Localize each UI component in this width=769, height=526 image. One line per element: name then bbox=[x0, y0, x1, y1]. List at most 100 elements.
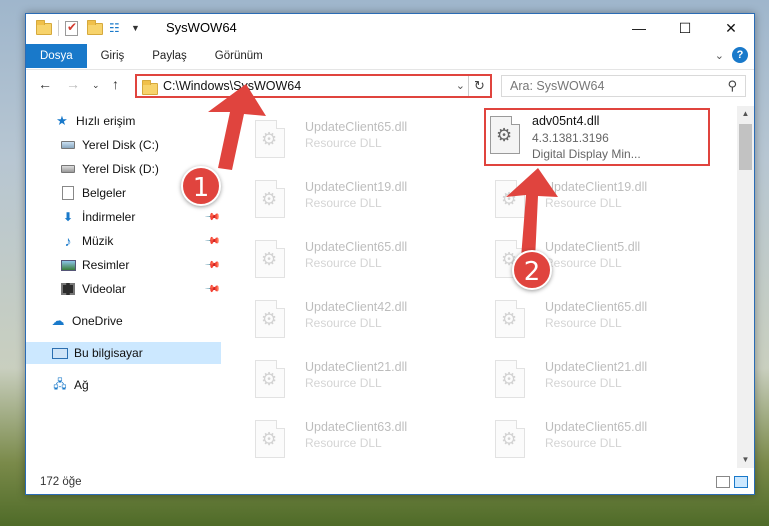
file-description: Resource DLL bbox=[305, 196, 382, 210]
dll-file-icon bbox=[255, 180, 285, 218]
file-list: UpdateClient65.dll Resource DLL adv05nt4… bbox=[231, 106, 736, 468]
file-item[interactable]: UpdateClient21.dll Resource DLL bbox=[241, 354, 471, 406]
dll-file-icon bbox=[495, 420, 525, 458]
sidebar-item-label: OneDrive bbox=[72, 314, 123, 328]
tab-gorunum[interactable]: Görünüm bbox=[201, 44, 277, 68]
close-button[interactable]: ✕ bbox=[708, 14, 754, 42]
document-icon bbox=[60, 186, 76, 200]
forward-icon[interactable]: → bbox=[66, 76, 80, 92]
sidebar-item-label: Bu bilgisayar bbox=[74, 346, 143, 360]
item-count: 172 öğe bbox=[40, 476, 82, 488]
dll-file-icon bbox=[255, 300, 285, 338]
vertical-scrollbar[interactable]: ▲ ▼ bbox=[737, 106, 754, 468]
maximize-button[interactable]: ☐ bbox=[662, 14, 708, 42]
file-item[interactable]: UpdateClient65.dll Resource DLL bbox=[481, 414, 711, 466]
file-item-adv05nt4[interactable]: adv05nt4.dll 4.3.1381.3196 Digital Displ… bbox=[484, 108, 710, 166]
file-name: UpdateClient21.dll bbox=[305, 360, 408, 374]
file-name: UpdateClient65.dll bbox=[545, 420, 648, 434]
file-name: adv05nt4.dll bbox=[532, 114, 600, 128]
ribbon-tabs: Dosya Giriş Paylaş Görünüm bbox=[26, 44, 754, 68]
cloud-icon: ☁ bbox=[51, 313, 65, 328]
file-description: Resource DLL bbox=[305, 376, 382, 390]
file-item[interactable]: UpdateClient42.dll Resource DLL bbox=[241, 294, 471, 346]
file-item[interactable]: UpdateClient65.dll Resource DLL bbox=[481, 294, 711, 346]
sidebar-item-local-disk-c[interactable]: Yerel Disk (C:) bbox=[26, 134, 221, 156]
expand-ribbon-icon[interactable]: ⌄ bbox=[715, 49, 724, 62]
file-item[interactable]: UpdateClient19.dll Resource DLL bbox=[481, 174, 711, 226]
navigation-bar: ← → ⌄ ↑ C:\Windows\SysWOW64 ⌄ ↻ Ara: Sys… bbox=[26, 69, 754, 101]
sidebar-item-videos[interactable]: Videolar 📌 bbox=[26, 278, 221, 300]
layout-icon[interactable]: ☷ bbox=[109, 21, 125, 35]
file-description: Resource DLL bbox=[545, 256, 622, 270]
address-path[interactable]: C:\Windows\SysWOW64 bbox=[163, 79, 301, 93]
file-description: Resource DLL bbox=[545, 196, 622, 210]
details-view-icon[interactable] bbox=[716, 476, 730, 488]
dll-file-icon bbox=[495, 180, 525, 218]
sidebar-item-music[interactable]: ♪ Müzik 📌 bbox=[26, 230, 221, 252]
sidebar-item-downloads[interactable]: ⬇ İndirmeler 📌 bbox=[26, 206, 221, 228]
sidebar-item-label: Resimler bbox=[82, 258, 130, 272]
videos-icon bbox=[60, 282, 76, 296]
pin-icon[interactable]: 📌 bbox=[204, 281, 221, 298]
pin-icon[interactable]: 📌 bbox=[204, 233, 221, 250]
properties-icon[interactable] bbox=[65, 20, 81, 36]
file-name: UpdateClient5.dll bbox=[545, 240, 641, 254]
tiles-view-icon[interactable] bbox=[734, 476, 748, 488]
annotation-badge-1: 1 bbox=[181, 166, 221, 206]
sidebar-item-onedrive[interactable]: ☁ OneDrive bbox=[26, 310, 221, 332]
file-description: Resource DLL bbox=[305, 436, 382, 450]
dll-file-icon bbox=[495, 360, 525, 398]
recent-locations-icon[interactable]: ⌄ bbox=[92, 80, 100, 91]
file-item[interactable]: UpdateClient19.dll Resource DLL bbox=[241, 174, 471, 226]
file-item[interactable]: UpdateClient65.dll Resource DLL bbox=[241, 234, 471, 286]
maximize-icon: ☐ bbox=[678, 19, 692, 36]
tab-giris[interactable]: Giriş bbox=[87, 44, 139, 68]
file-description: Resource DLL bbox=[305, 136, 382, 150]
computer-icon bbox=[52, 346, 68, 360]
sidebar-item-label: Müzik bbox=[82, 234, 114, 248]
dll-file-icon bbox=[255, 420, 285, 458]
search-icon[interactable]: ⚲ bbox=[727, 78, 737, 94]
window-title: SysWOW64 bbox=[166, 20, 237, 35]
scrollbar-thumb[interactable] bbox=[739, 124, 752, 170]
file-description: Resource DLL bbox=[545, 436, 622, 450]
file-version: 4.3.1381.3196 bbox=[532, 131, 609, 145]
tab-dosya[interactable]: Dosya bbox=[26, 44, 87, 68]
music-icon: ♪ bbox=[64, 233, 72, 249]
sidebar-item-network[interactable]: 🖧 Ağ bbox=[26, 374, 221, 396]
sidebar-item-pictures[interactable]: Resimler 📌 bbox=[26, 254, 221, 276]
file-name: UpdateClient65.dll bbox=[305, 120, 408, 134]
tab-paylas[interactable]: Paylaş bbox=[138, 44, 201, 68]
back-icon[interactable]: ← bbox=[38, 76, 52, 92]
address-bar[interactable]: C:\Windows\SysWOW64 ⌄ ↻ bbox=[135, 74, 492, 98]
file-description: Resource DLL bbox=[545, 376, 622, 390]
drive-icon bbox=[60, 162, 76, 176]
help-icon[interactable]: ? bbox=[732, 47, 748, 63]
customize-dropdown-icon[interactable]: ▼ bbox=[131, 23, 140, 33]
scroll-up-icon[interactable]: ▲ bbox=[737, 106, 754, 122]
file-name: UpdateClient42.dll bbox=[305, 300, 408, 314]
dll-file-icon bbox=[255, 240, 285, 278]
sidebar-item-quick-access[interactable]: ★ Hızlı erişim bbox=[26, 110, 221, 132]
file-item[interactable]: UpdateClient65.dll Resource DLL bbox=[241, 114, 471, 166]
scroll-down-icon[interactable]: ▼ bbox=[737, 452, 754, 468]
pin-icon[interactable]: 📌 bbox=[204, 257, 221, 274]
star-icon: ★ bbox=[56, 113, 68, 128]
sidebar-item-label: Hızlı erişim bbox=[76, 114, 136, 128]
file-name: UpdateClient19.dll bbox=[305, 180, 408, 194]
file-item[interactable]: UpdateClient63.dll Resource DLL bbox=[241, 414, 471, 466]
address-dropdown-icon[interactable]: ⌄ bbox=[456, 79, 465, 92]
file-name: UpdateClient63.dll bbox=[305, 420, 408, 434]
dll-file-icon bbox=[490, 116, 520, 154]
pin-icon[interactable]: 📌 bbox=[204, 209, 221, 226]
sidebar-item-label: Videolar bbox=[82, 282, 126, 296]
up-icon[interactable]: ↑ bbox=[112, 76, 119, 92]
new-folder-icon[interactable] bbox=[87, 20, 103, 35]
refresh-icon[interactable]: ↻ bbox=[468, 76, 490, 96]
file-description: Digital Display Min... bbox=[532, 147, 641, 161]
sidebar-item-this-pc[interactable]: Bu bilgisayar bbox=[26, 342, 221, 364]
file-item[interactable]: UpdateClient21.dll Resource DLL bbox=[481, 354, 711, 406]
sidebar-item-label: Yerel Disk (C:) bbox=[82, 138, 159, 152]
search-input[interactable]: Ara: SysWOW64 ⚲ bbox=[501, 75, 746, 97]
minimize-button[interactable]: — bbox=[616, 14, 662, 42]
